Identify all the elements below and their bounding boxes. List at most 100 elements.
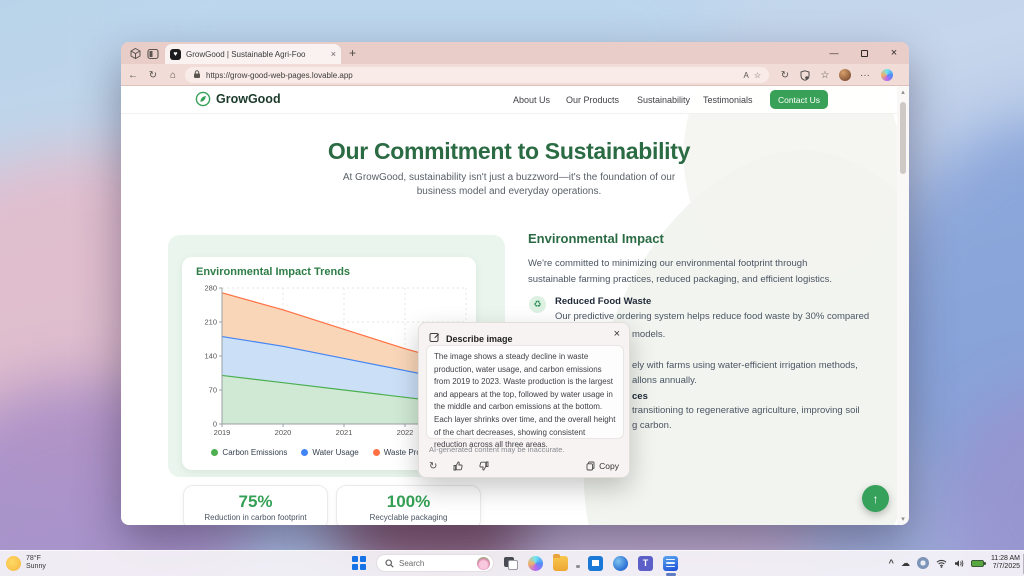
collections-star-icon[interactable]: ☆ [817, 67, 833, 83]
minimize-button[interactable]: — [819, 42, 849, 64]
search-icon [385, 559, 394, 568]
url-text: https://grow-good-web-pages.lovable.app [206, 71, 738, 80]
task-view-icon[interactable] [504, 557, 518, 570]
phone-link-icon[interactable] [613, 556, 628, 571]
up-arrow-icon: ↑ [873, 492, 879, 506]
document-sparkle-icon [663, 556, 678, 571]
stat-card: 75% Reduction in carbon footprint [183, 485, 328, 525]
scrollbar-down-icon[interactable]: ▾ [897, 515, 909, 523]
scrollbar-thumb[interactable] [900, 102, 906, 174]
describe-image-popup: Describe image × The image shows a stead… [418, 322, 630, 478]
maximize-button[interactable] [849, 42, 879, 64]
browser-tab[interactable]: ♥ GrowGood | Sustainable Agri-Foo × [165, 44, 341, 64]
occluded-text-fragment: ces [632, 391, 648, 402]
stat-label: Reduction in carbon footprint [184, 513, 327, 522]
weather-widget[interactable]: 78°F Sunny [6, 552, 46, 574]
favorite-star-icon[interactable]: ☆ [754, 71, 761, 80]
address-bar[interactable]: https://grow-good-web-pages.lovable.app … [185, 67, 769, 83]
hero-subtitle: business model and everyday operations. [121, 186, 897, 197]
close-button[interactable]: × [879, 42, 909, 64]
vertical-tabs-icon[interactable] [147, 47, 160, 60]
document-ai-app[interactable] [663, 556, 678, 571]
lock-icon[interactable] [193, 66, 201, 84]
profile-avatar[interactable] [837, 67, 853, 83]
impact-intro: We're committed to minimizing our enviro… [528, 258, 807, 269]
browser-toolbar: ← ↻ ⌂ https://grow-good-web-pages.lovabl… [121, 64, 909, 86]
svg-text:280: 280 [204, 284, 217, 293]
svg-text:2019: 2019 [214, 428, 231, 437]
volume-icon[interactable] [954, 559, 964, 568]
back-icon[interactable]: ← [125, 67, 141, 83]
nav-about-us[interactable]: About Us [513, 95, 550, 105]
browser-essentials-icon[interactable] [797, 67, 813, 83]
more-menu-icon[interactable]: ··· [857, 67, 873, 83]
stat-value: 100% [337, 492, 480, 512]
system-tray: ^ ☁ 11:28 AM 7/7/2025 [889, 550, 1020, 576]
copy-button[interactable]: Copy [586, 461, 619, 471]
occluded-text-fragment: transitioning to regenerative agricultur… [632, 405, 860, 416]
nav-sustainability[interactable]: Sustainability [637, 95, 690, 105]
legend-item: Water Usage [301, 448, 358, 457]
microsoft-store-icon[interactable] [588, 556, 603, 571]
svg-text:2020: 2020 [275, 428, 292, 437]
tray-clock[interactable]: 11:28 AM 7/7/2025 [991, 555, 1020, 572]
taskbar-search[interactable]: Search [376, 554, 494, 572]
history-icon[interactable]: ↻ [777, 67, 793, 83]
nav-testimonials[interactable]: Testimonials [703, 95, 753, 105]
tray-time: 11:28 AM [991, 555, 1020, 562]
new-tab-button[interactable]: + [349, 46, 356, 60]
popup-close-icon[interactable]: × [614, 328, 620, 340]
wifi-icon[interactable] [936, 559, 947, 568]
nav-our-products[interactable]: Our Products [566, 95, 619, 105]
refresh-icon[interactable]: ↻ [145, 67, 161, 83]
occluded-text-fragment: allons annually. [632, 375, 697, 386]
tab-close-icon[interactable]: × [331, 50, 336, 59]
onedrive-cloud-icon[interactable]: ☁ [901, 558, 910, 569]
svg-text:140: 140 [204, 352, 217, 361]
read-aloud-icon[interactable]: A [743, 71, 748, 80]
home-icon[interactable]: ⌂ [165, 67, 181, 83]
site-header: GrowGood About Us Our Products Sustainab… [121, 86, 897, 114]
svg-text:70: 70 [209, 386, 217, 395]
copy-label: Copy [599, 461, 619, 471]
weather-temp: 78°F [26, 555, 41, 562]
weather-condition: Sunny [26, 563, 46, 570]
file-explorer-icon[interactable] [553, 556, 568, 571]
thumbs-up-icon[interactable] [453, 461, 463, 471]
page-title: Our Commitment to Sustainability [121, 138, 897, 165]
tray-chevron-icon[interactable]: ^ [889, 558, 894, 568]
tray-date: 7/7/2025 [993, 563, 1020, 570]
contact-us-button[interactable]: Contact Us [770, 90, 828, 109]
occluded-text-fragment: models. [632, 329, 665, 340]
search-label: Search [399, 559, 472, 568]
impact-item-title: Reduced Food Waste [555, 296, 651, 307]
popup-disclaimer: AI-generated content may be inaccurate. [429, 445, 565, 454]
taskbar: 78°F Sunny Search T ^ ☁ [0, 550, 1024, 576]
thumbs-down-icon[interactable] [479, 461, 489, 471]
scroll-to-top-button[interactable]: ↑ [862, 485, 889, 512]
scrollbar-up-icon[interactable]: ▴ [897, 88, 909, 96]
impact-item-text: Our predictive ordering system helps red… [555, 311, 869, 322]
popup-title: Describe image [446, 334, 513, 344]
cube-icon[interactable] [129, 47, 142, 60]
copilot-icon[interactable] [879, 67, 895, 83]
tab-favicon-heart-icon: ♥ [170, 49, 181, 60]
popup-description-text: The image shows a steady decline in wast… [426, 345, 624, 439]
stat-label: Recyclable packaging [337, 513, 480, 522]
page-scrollbar[interactable]: ▴ ▾ [897, 86, 909, 525]
recycle-icon: ♻ [529, 296, 546, 313]
teams-icon[interactable]: T [638, 556, 653, 571]
regenerate-icon[interactable]: ↻ [429, 461, 437, 472]
start-button[interactable] [352, 556, 366, 570]
copilot-app-icon[interactable] [528, 556, 543, 571]
tab-strip: ♥ GrowGood | Sustainable Agri-Foo × + — … [121, 42, 909, 64]
svg-text:2021: 2021 [336, 428, 353, 437]
impact-intro: sustainable farming practices, reduced p… [528, 274, 832, 285]
occluded-text-fragment: ely with farms using water-efficient irr… [632, 360, 858, 371]
battery-icon[interactable] [971, 560, 984, 567]
site-logo[interactable]: GrowGood [195, 91, 281, 107]
web-page: GrowGood About Us Our Products Sustainab… [121, 86, 909, 525]
svg-text:2022: 2022 [397, 428, 414, 437]
leaf-logo-icon [195, 91, 211, 107]
tray-app-icon[interactable] [917, 557, 929, 569]
